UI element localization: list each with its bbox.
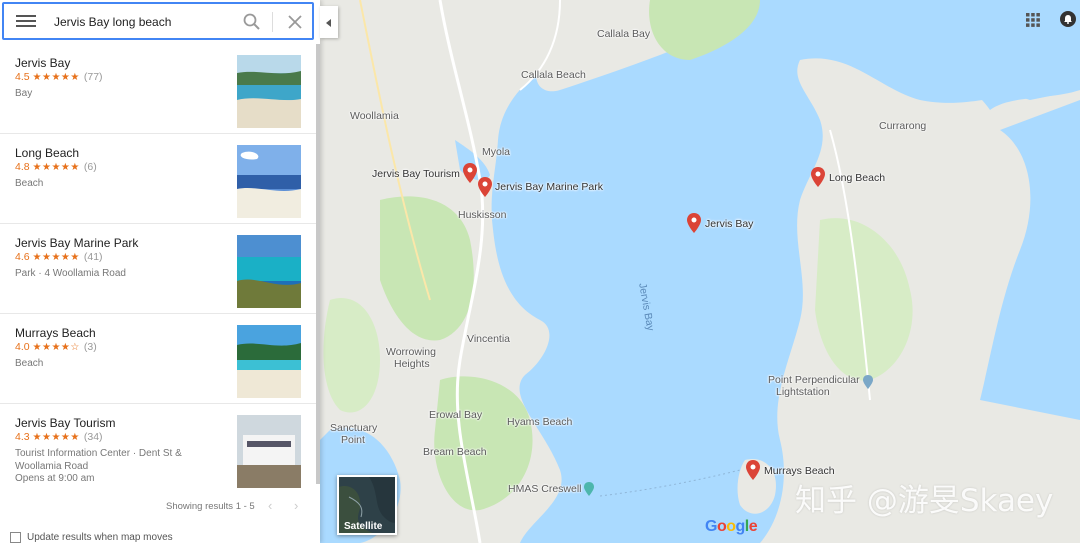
label-lightstation: Lightstation bbox=[776, 386, 830, 398]
prev-page-chevron-icon[interactable]: ‹ bbox=[268, 498, 272, 513]
result-rating: 4.6 ★★★★★ (41) bbox=[15, 251, 103, 263]
result-thumbnail[interactable] bbox=[237, 145, 301, 218]
result-rating: 4.3 ★★★★★ (34) bbox=[15, 431, 103, 443]
satellite-toggle-button[interactable]: Satellite bbox=[337, 475, 397, 535]
collapse-panel-button[interactable] bbox=[320, 6, 338, 38]
tourism-pin-icon[interactable] bbox=[463, 163, 477, 183]
star-rating-icon: ★★★★★ bbox=[32, 432, 80, 443]
label-erowal-bay: Erowal Bay bbox=[429, 409, 483, 421]
results-scrollbar[interactable] bbox=[316, 44, 320, 484]
label-myola: Myola bbox=[482, 146, 511, 158]
result-type: Beach bbox=[15, 358, 44, 369]
google-logo: Google bbox=[705, 518, 758, 535]
notifications-bell-icon[interactable] bbox=[1060, 11, 1076, 27]
star-rating-icon: ★★★★☆ bbox=[32, 342, 80, 353]
result-title[interactable]: Long Beach bbox=[15, 146, 79, 160]
result-thumbnail[interactable] bbox=[237, 235, 301, 308]
label-point-perpendicular: Point Perpendicular bbox=[768, 374, 860, 386]
pin-label-long-beach[interactable]: Long Beach bbox=[829, 172, 885, 184]
result-type: Beach bbox=[15, 178, 44, 189]
pin-label-jervis-bay[interactable]: Jervis Bay bbox=[705, 218, 753, 230]
result-thumbnail[interactable] bbox=[237, 55, 301, 128]
murrays-beach-pin-icon[interactable] bbox=[746, 460, 760, 480]
label-point: Point bbox=[341, 434, 365, 446]
label-worrowing: Worrowing bbox=[386, 346, 436, 358]
result-item[interactable]: Jervis Bay 4.5 ★★★★★ (77) Bay bbox=[0, 44, 316, 134]
result-rating: 4.5 ★★★★★ (77) bbox=[15, 71, 103, 83]
next-page-chevron-icon[interactable]: › bbox=[294, 498, 298, 513]
search-divider bbox=[272, 12, 273, 32]
search-input[interactable] bbox=[52, 10, 231, 34]
lighthouse-icon[interactable] bbox=[862, 375, 874, 389]
label-hyams-beach: Hyams Beach bbox=[507, 416, 573, 428]
pin-label-marine-park[interactable]: Jervis Bay Marine Park bbox=[495, 181, 603, 193]
search-results-panel: Jervis Bay 4.5 ★★★★★(77) Bay Long Beach … bbox=[0, 0, 320, 543]
result-type: Tourist Information Center · Dent St & W… bbox=[15, 448, 182, 472]
label-heights: Heights bbox=[394, 358, 430, 370]
result-title[interactable]: Jervis Bay Tourism bbox=[15, 416, 115, 430]
label-callala-bay: Callala Bay bbox=[597, 28, 651, 40]
label-vincentia: Vincentia bbox=[467, 333, 511, 345]
result-item[interactable]: Jervis Bay Marine Park 4.6 ★★★★★ (41) Par… bbox=[0, 224, 316, 314]
label-huskisson: Huskisson bbox=[458, 209, 507, 221]
search-icon[interactable] bbox=[242, 12, 262, 32]
label-callala-beach: Callala Beach bbox=[521, 69, 586, 81]
long-beach-pin-icon[interactable] bbox=[811, 167, 825, 187]
label-hmas-creswell: HMAS Creswell bbox=[508, 483, 582, 495]
collapse-arrow-icon bbox=[326, 19, 331, 27]
close-icon[interactable] bbox=[285, 12, 305, 32]
result-item[interactable]: Jervis Bay Tourism 4.3 ★★★★★ (34) Tourist… bbox=[0, 404, 316, 493]
result-rating: 4.0 ★★★★☆ (3) bbox=[15, 341, 97, 353]
result-item[interactable]: Murrays Beach 4.0 ★★★★☆ (3) Beach bbox=[0, 314, 316, 404]
result-title[interactable]: Murrays Beach bbox=[15, 326, 96, 340]
apps-grid-icon[interactable] bbox=[1026, 13, 1040, 27]
satellite-label: Satellite bbox=[344, 521, 383, 532]
result-thumbnail[interactable] bbox=[237, 415, 301, 488]
update-results-checkbox[interactable] bbox=[10, 532, 21, 543]
results-list: Jervis Bay 4.5 ★★★★★ (77) Bay Long Beach … bbox=[0, 44, 316, 493]
navy-base-icon[interactable] bbox=[583, 482, 595, 496]
label-bream-beach: Bream Beach bbox=[423, 446, 487, 458]
label-sanctuary: Sanctuary bbox=[330, 422, 378, 434]
star-rating-icon: ★★★★★ bbox=[32, 72, 80, 83]
search-box[interactable] bbox=[2, 2, 314, 40]
pager-text: Showing results 1 - 5 bbox=[166, 501, 255, 512]
label-woollamia: Woollamia bbox=[350, 110, 399, 122]
result-thumbnail[interactable] bbox=[237, 325, 301, 398]
jervis-bay-pin-icon[interactable] bbox=[687, 213, 701, 233]
hamburger-menu-icon[interactable] bbox=[16, 13, 36, 29]
result-item[interactable]: Long Beach 4.8 ★★★★★ (6) Beach bbox=[0, 134, 316, 224]
result-type: Park · 4 Woollamia Road bbox=[15, 268, 126, 279]
marine-park-pin-icon[interactable] bbox=[478, 177, 492, 197]
star-rating-icon: ★★★★★ bbox=[32, 162, 80, 173]
update-results-label: Update results when map moves bbox=[27, 532, 173, 543]
watermark: 知乎 @游旻Skaey bbox=[795, 483, 1054, 519]
result-title[interactable]: Jervis Bay bbox=[15, 56, 70, 70]
result-hours: Opens at 9:00 am bbox=[15, 473, 95, 484]
label-currarong: Currarong bbox=[879, 120, 927, 132]
result-title[interactable]: Jervis Bay Marine Park bbox=[15, 236, 138, 250]
result-rating: 4.8 ★★★★★ (6) bbox=[15, 161, 97, 173]
result-type: Bay bbox=[15, 88, 33, 99]
star-rating-icon: ★★★★★ bbox=[32, 252, 80, 263]
pin-label-tourism[interactable]: Jervis Bay Tourism bbox=[372, 168, 460, 180]
